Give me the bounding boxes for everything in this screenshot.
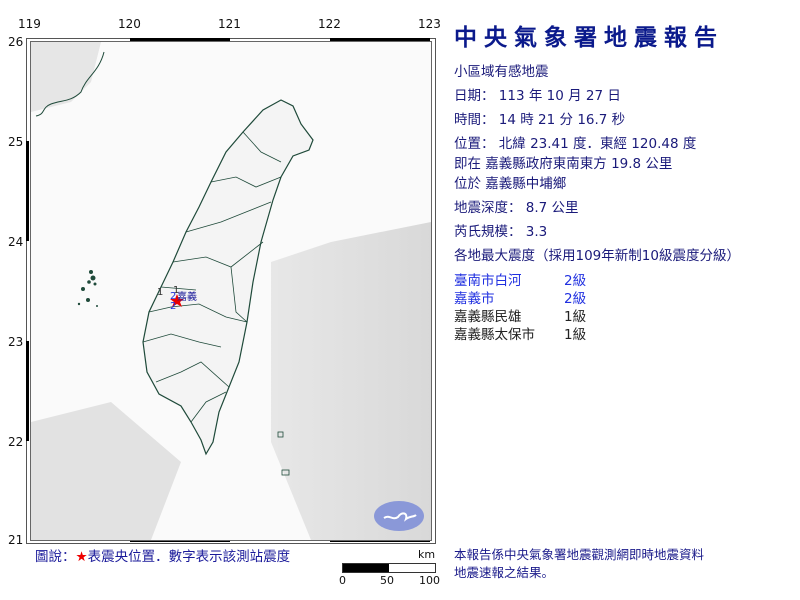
scale-tick-100: 100 [419,574,440,587]
scale-tick-50: 50 [380,574,394,587]
lat-tick-22: 22 [8,435,24,449]
intensity-row: 嘉義縣民雄 1級 [454,308,794,326]
intensity-location: 嘉義縣民雄 [454,309,522,325]
lat-tick-21: 21 [8,533,24,547]
intensity-level: 2級 [564,291,587,307]
lat-tick-24: 24 [8,235,24,249]
epicenter-label: 嘉義 [177,292,197,303]
depth-line: 地震深度： 8.7 公里 [454,200,579,216]
intensity-location: 嘉義縣太保市 [454,327,535,343]
intensity-list: 臺南市白河 2級 嘉義市 2級 嘉義縣民雄 1級 嘉義縣太保市 1級 [454,272,794,344]
report-title: 中央氣象署地震報告 [454,25,724,51]
lat-border-bar [26,141,29,241]
relative-location-line: 即在 嘉義縣政府東南東方 19.8 公里 [454,156,673,172]
lat-tick-25: 25 [8,135,24,149]
magnitude-line: 芮氏規模： 3.3 [454,224,548,240]
located-in-line: 位於 嘉義縣中埔鄉 [454,176,567,192]
report-footer-note: 本報告係中央氣象署地震觀測網即時地震資料 地震速報之結果。 [454,546,704,582]
legend-text: 表震央位置．數字表示該測站震度 [87,549,291,565]
southern-seafloor-relief [31,402,181,540]
map-svg [31,42,431,540]
eastern-seafloor-relief [271,222,431,540]
date-line: 日期： 113 年 10 月 27 日 [454,88,621,104]
lat-tick-23: 23 [8,335,24,349]
footer-note-line-2: 地震速報之結果。 [454,565,555,580]
lon-tick-122: 122 [318,17,341,31]
cwa-logo-icon [374,501,424,531]
scale-tick-0: 0 [339,574,346,587]
lat-tick-26: 26 [8,35,24,49]
intensity-row: 臺南市白河 2級 [454,272,794,290]
station-intensity: 1 [157,287,164,298]
lon-tick-123: 123 [418,17,441,31]
scale-unit: km [418,548,436,561]
lat-border-bar [26,341,29,441]
lon-tick-119: 119 [18,17,41,31]
map-canvas[interactable]: 1 1 2 2 嘉義 [30,41,432,541]
scale-bar [342,563,436,573]
lon-tick-120: 120 [118,17,141,31]
intensity-level: 1級 [564,309,587,325]
time-line: 時間： 14 時 21 分 16.7 秒 [454,112,626,128]
epicenter-star-icon: ★ [75,549,88,565]
intensity-location: 臺南市白河 [454,273,522,289]
station-intensity: 2 [170,301,177,312]
intensity-row: 嘉義市 2級 [454,290,794,308]
intensity-level: 2級 [564,273,587,289]
lon-tick-121: 121 [218,17,241,31]
intensity-location: 嘉義市 [454,291,495,307]
report-panel: 中央氣象署地震報告 小區域有感地震 日期： 113 年 10 月 27 日 時間… [454,18,794,344]
legend-prefix: 圖說： [35,549,76,565]
penghu-islands [77,270,98,307]
position-line: 位置： 北緯 23.41 度．東經 120.48 度 [454,136,697,152]
event-type: 小區域有感地震 [454,64,549,80]
intensity-row: 嘉義縣太保市 1級 [454,326,794,344]
map-legend: 圖說：★表震央位置．數字表示該測站震度 [35,545,290,565]
footer-note-line-1: 本報告係中央氣象署地震觀測網即時地震資料 [454,547,705,562]
intensity-level: 1級 [564,327,587,343]
intensity-heading: 各地最大震度（採用109年新制10級震度分級） [454,248,740,264]
